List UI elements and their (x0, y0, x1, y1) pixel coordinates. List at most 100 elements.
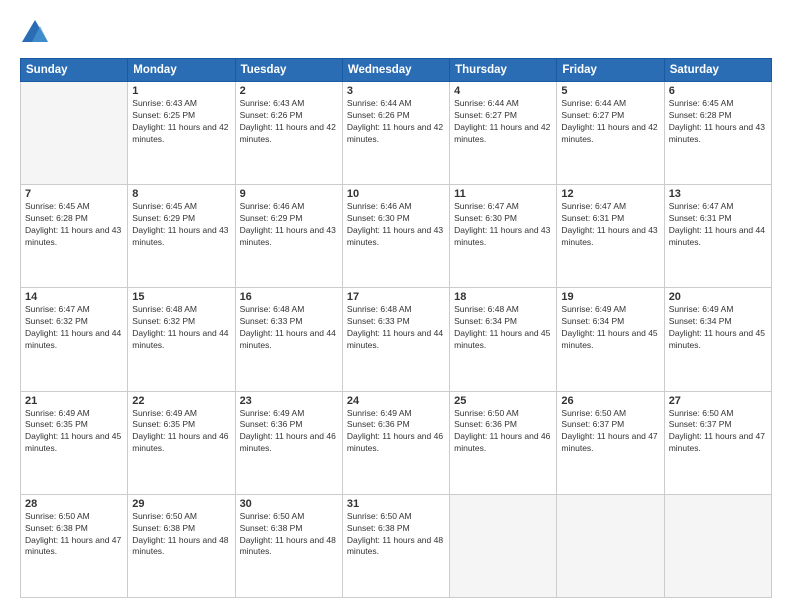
calendar-cell: 8Sunrise: 6:45 AM Sunset: 6:29 PM Daylig… (128, 185, 235, 288)
day-number: 8 (132, 188, 230, 200)
day-info: Sunrise: 6:50 AM Sunset: 6:38 PM Dayligh… (25, 511, 123, 559)
day-info: Sunrise: 6:47 AM Sunset: 6:30 PM Dayligh… (454, 201, 552, 249)
day-number: 13 (669, 188, 767, 200)
day-number: 16 (240, 291, 338, 303)
calendar-cell: 15Sunrise: 6:48 AM Sunset: 6:32 PM Dayli… (128, 288, 235, 391)
calendar-cell (21, 82, 128, 185)
day-number: 24 (347, 395, 445, 407)
calendar-cell: 25Sunrise: 6:50 AM Sunset: 6:36 PM Dayli… (450, 391, 557, 494)
day-number: 19 (561, 291, 659, 303)
day-info: Sunrise: 6:49 AM Sunset: 6:36 PM Dayligh… (240, 408, 338, 456)
day-number: 25 (454, 395, 552, 407)
calendar-cell: 26Sunrise: 6:50 AM Sunset: 6:37 PM Dayli… (557, 391, 664, 494)
day-number: 4 (454, 85, 552, 97)
calendar-cell: 1Sunrise: 6:43 AM Sunset: 6:25 PM Daylig… (128, 82, 235, 185)
day-info: Sunrise: 6:47 AM Sunset: 6:31 PM Dayligh… (669, 201, 767, 249)
calendar-week-5: 28Sunrise: 6:50 AM Sunset: 6:38 PM Dayli… (21, 494, 772, 597)
calendar-cell: 29Sunrise: 6:50 AM Sunset: 6:38 PM Dayli… (128, 494, 235, 597)
day-number: 29 (132, 498, 230, 510)
day-info: Sunrise: 6:50 AM Sunset: 6:36 PM Dayligh… (454, 408, 552, 456)
day-number: 26 (561, 395, 659, 407)
weekday-header-sunday: Sunday (21, 59, 128, 82)
day-info: Sunrise: 6:50 AM Sunset: 6:38 PM Dayligh… (347, 511, 445, 559)
day-number: 7 (25, 188, 123, 200)
calendar-week-4: 21Sunrise: 6:49 AM Sunset: 6:35 PM Dayli… (21, 391, 772, 494)
calendar-cell: 6Sunrise: 6:45 AM Sunset: 6:28 PM Daylig… (664, 82, 771, 185)
day-number: 9 (240, 188, 338, 200)
day-info: Sunrise: 6:49 AM Sunset: 6:35 PM Dayligh… (132, 408, 230, 456)
day-info: Sunrise: 6:50 AM Sunset: 6:38 PM Dayligh… (240, 511, 338, 559)
calendar-cell: 19Sunrise: 6:49 AM Sunset: 6:34 PM Dayli… (557, 288, 664, 391)
weekday-header-tuesday: Tuesday (235, 59, 342, 82)
calendar-week-3: 14Sunrise: 6:47 AM Sunset: 6:32 PM Dayli… (21, 288, 772, 391)
day-number: 5 (561, 85, 659, 97)
calendar-week-1: 1Sunrise: 6:43 AM Sunset: 6:25 PM Daylig… (21, 82, 772, 185)
calendar-cell (557, 494, 664, 597)
day-info: Sunrise: 6:47 AM Sunset: 6:32 PM Dayligh… (25, 304, 123, 352)
day-number: 12 (561, 188, 659, 200)
calendar-week-2: 7Sunrise: 6:45 AM Sunset: 6:28 PM Daylig… (21, 185, 772, 288)
day-info: Sunrise: 6:44 AM Sunset: 6:27 PM Dayligh… (561, 98, 659, 146)
day-number: 28 (25, 498, 123, 510)
day-info: Sunrise: 6:49 AM Sunset: 6:34 PM Dayligh… (669, 304, 767, 352)
day-number: 22 (132, 395, 230, 407)
calendar-cell: 23Sunrise: 6:49 AM Sunset: 6:36 PM Dayli… (235, 391, 342, 494)
day-info: Sunrise: 6:44 AM Sunset: 6:27 PM Dayligh… (454, 98, 552, 146)
calendar-cell: 9Sunrise: 6:46 AM Sunset: 6:29 PM Daylig… (235, 185, 342, 288)
calendar-cell (450, 494, 557, 597)
weekday-header-saturday: Saturday (664, 59, 771, 82)
day-number: 17 (347, 291, 445, 303)
calendar-cell: 18Sunrise: 6:48 AM Sunset: 6:34 PM Dayli… (450, 288, 557, 391)
header (20, 18, 772, 48)
weekday-header-thursday: Thursday (450, 59, 557, 82)
day-info: Sunrise: 6:48 AM Sunset: 6:33 PM Dayligh… (240, 304, 338, 352)
calendar-cell: 12Sunrise: 6:47 AM Sunset: 6:31 PM Dayli… (557, 185, 664, 288)
day-number: 11 (454, 188, 552, 200)
calendar-cell: 14Sunrise: 6:47 AM Sunset: 6:32 PM Dayli… (21, 288, 128, 391)
day-info: Sunrise: 6:48 AM Sunset: 6:33 PM Dayligh… (347, 304, 445, 352)
page: SundayMondayTuesdayWednesdayThursdayFrid… (0, 0, 792, 612)
weekday-header-wednesday: Wednesday (342, 59, 449, 82)
calendar-cell: 10Sunrise: 6:46 AM Sunset: 6:30 PM Dayli… (342, 185, 449, 288)
calendar-table: SundayMondayTuesdayWednesdayThursdayFrid… (20, 58, 772, 598)
calendar-cell: 3Sunrise: 6:44 AM Sunset: 6:26 PM Daylig… (342, 82, 449, 185)
day-info: Sunrise: 6:50 AM Sunset: 6:37 PM Dayligh… (561, 408, 659, 456)
calendar-cell: 30Sunrise: 6:50 AM Sunset: 6:38 PM Dayli… (235, 494, 342, 597)
day-info: Sunrise: 6:45 AM Sunset: 6:29 PM Dayligh… (132, 201, 230, 249)
calendar-cell: 13Sunrise: 6:47 AM Sunset: 6:31 PM Dayli… (664, 185, 771, 288)
calendar-cell: 31Sunrise: 6:50 AM Sunset: 6:38 PM Dayli… (342, 494, 449, 597)
weekday-header-monday: Monday (128, 59, 235, 82)
day-number: 14 (25, 291, 123, 303)
calendar-cell: 17Sunrise: 6:48 AM Sunset: 6:33 PM Dayli… (342, 288, 449, 391)
day-number: 27 (669, 395, 767, 407)
day-number: 15 (132, 291, 230, 303)
day-info: Sunrise: 6:49 AM Sunset: 6:34 PM Dayligh… (561, 304, 659, 352)
calendar-cell: 21Sunrise: 6:49 AM Sunset: 6:35 PM Dayli… (21, 391, 128, 494)
day-info: Sunrise: 6:48 AM Sunset: 6:32 PM Dayligh… (132, 304, 230, 352)
day-info: Sunrise: 6:46 AM Sunset: 6:29 PM Dayligh… (240, 201, 338, 249)
weekday-header-friday: Friday (557, 59, 664, 82)
day-number: 3 (347, 85, 445, 97)
day-number: 31 (347, 498, 445, 510)
weekday-header-row: SundayMondayTuesdayWednesdayThursdayFrid… (21, 59, 772, 82)
calendar-cell: 16Sunrise: 6:48 AM Sunset: 6:33 PM Dayli… (235, 288, 342, 391)
day-number: 23 (240, 395, 338, 407)
calendar-cell: 4Sunrise: 6:44 AM Sunset: 6:27 PM Daylig… (450, 82, 557, 185)
day-number: 2 (240, 85, 338, 97)
calendar-cell: 22Sunrise: 6:49 AM Sunset: 6:35 PM Dayli… (128, 391, 235, 494)
calendar-cell (664, 494, 771, 597)
day-number: 10 (347, 188, 445, 200)
calendar-cell: 7Sunrise: 6:45 AM Sunset: 6:28 PM Daylig… (21, 185, 128, 288)
day-number: 6 (669, 85, 767, 97)
day-number: 1 (132, 85, 230, 97)
day-info: Sunrise: 6:47 AM Sunset: 6:31 PM Dayligh… (561, 201, 659, 249)
day-info: Sunrise: 6:45 AM Sunset: 6:28 PM Dayligh… (25, 201, 123, 249)
calendar-cell: 20Sunrise: 6:49 AM Sunset: 6:34 PM Dayli… (664, 288, 771, 391)
day-info: Sunrise: 6:44 AM Sunset: 6:26 PM Dayligh… (347, 98, 445, 146)
calendar-cell: 11Sunrise: 6:47 AM Sunset: 6:30 PM Dayli… (450, 185, 557, 288)
calendar-cell: 24Sunrise: 6:49 AM Sunset: 6:36 PM Dayli… (342, 391, 449, 494)
day-info: Sunrise: 6:49 AM Sunset: 6:36 PM Dayligh… (347, 408, 445, 456)
day-number: 18 (454, 291, 552, 303)
day-info: Sunrise: 6:43 AM Sunset: 6:26 PM Dayligh… (240, 98, 338, 146)
calendar-cell: 5Sunrise: 6:44 AM Sunset: 6:27 PM Daylig… (557, 82, 664, 185)
